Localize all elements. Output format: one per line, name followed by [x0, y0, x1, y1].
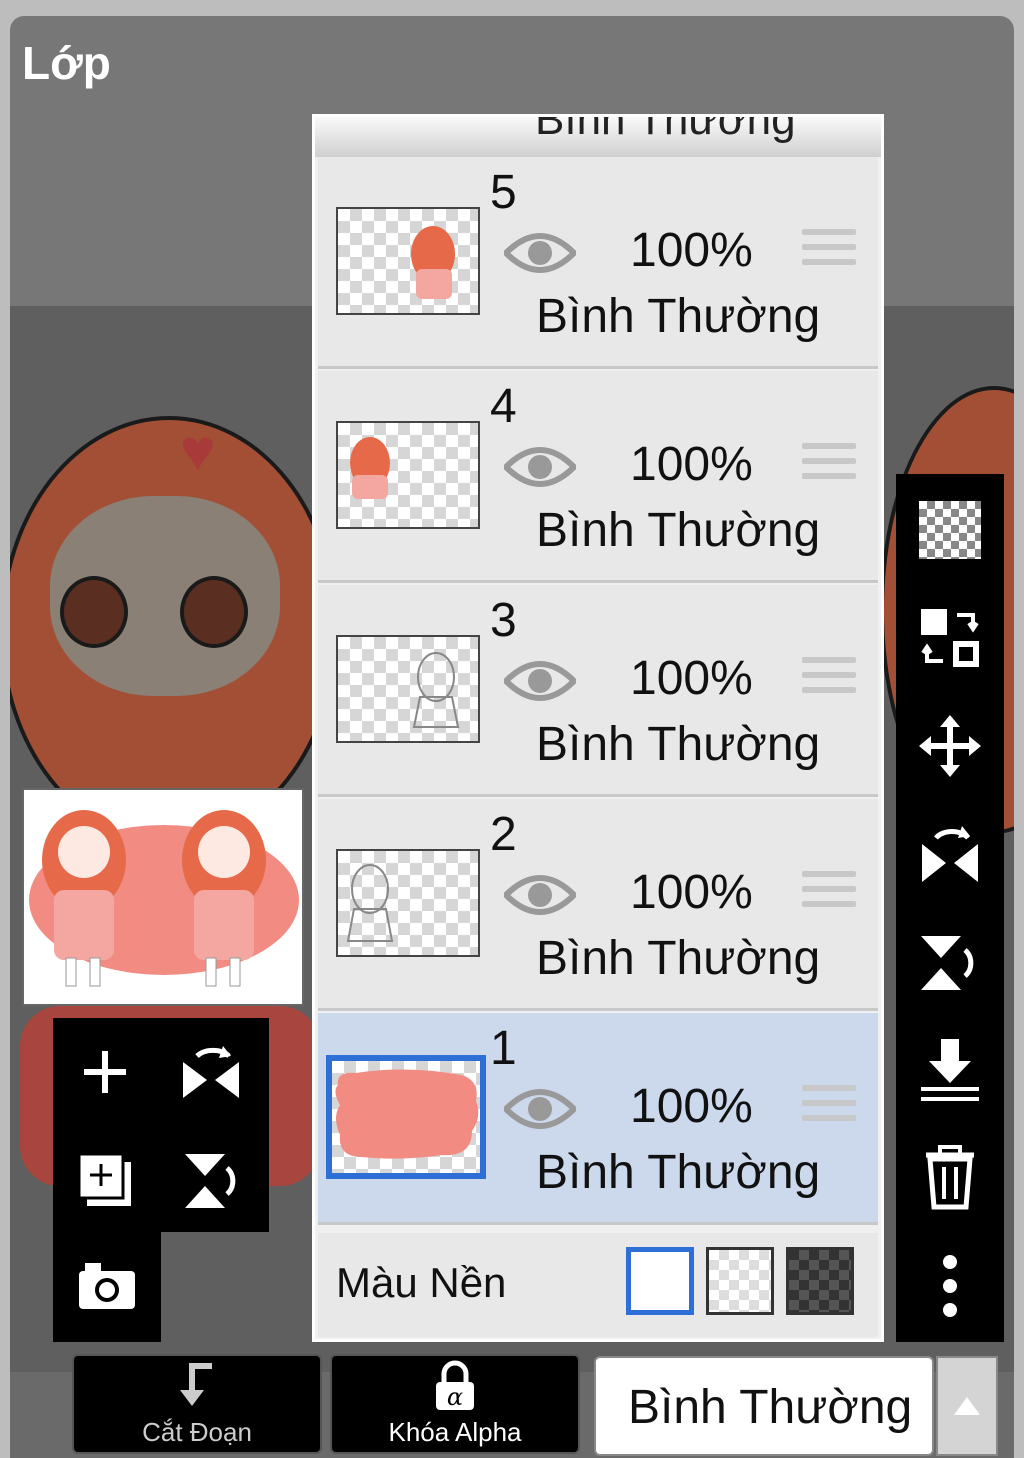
- drag-handle-icon[interactable]: [802, 1085, 856, 1133]
- bg-swatch-transparent[interactable]: [706, 1247, 774, 1315]
- svg-text:α: α: [447, 1383, 463, 1411]
- merge-down-icon[interactable]: [910, 1030, 990, 1110]
- canvas-preview[interactable]: [22, 788, 304, 1006]
- blend-mode-value: Bình Thường: [628, 1381, 913, 1434]
- partial-layer-blend: Bình Thường: [535, 117, 796, 144]
- right-toolbar: [896, 474, 1004, 1342]
- layer-thumbnail: [326, 1055, 486, 1179]
- more-icon[interactable]: [910, 1246, 990, 1326]
- visibility-eye-icon[interactable]: [504, 1085, 576, 1133]
- camera-icon[interactable]: [67, 1246, 147, 1326]
- bg-swatch-dark-checker[interactable]: [786, 1247, 854, 1315]
- layer-panel: Bình Thường 5 100% Bình Thường 4 100% Bì…: [312, 114, 884, 1342]
- layer-number: 5: [490, 166, 517, 219]
- layer-number: 3: [490, 594, 517, 647]
- visibility-eye-icon[interactable]: [504, 229, 576, 277]
- layer-thumbnail: [336, 849, 480, 957]
- layer-number: 4: [490, 380, 517, 433]
- flip-v-icon[interactable]: [171, 1140, 251, 1220]
- art-heart: ♥: [180, 417, 216, 484]
- page-title: Lớp: [22, 37, 111, 89]
- layer-row-2[interactable]: 2 100% Bình Thường: [318, 799, 878, 1011]
- layer-thumbnail: [336, 421, 480, 529]
- drag-handle-icon[interactable]: [802, 657, 856, 705]
- add-copy-layer-icon[interactable]: [65, 1140, 145, 1220]
- visibility-eye-icon[interactable]: [504, 871, 576, 919]
- layer-opacity: 100%: [630, 652, 753, 705]
- clip-label: Cắt Đoạn: [142, 1417, 252, 1447]
- layer-blend-mode: Bình Thường: [536, 504, 821, 557]
- drag-handle-icon[interactable]: [802, 229, 856, 277]
- background-color-row: Màu Nền: [318, 1233, 878, 1337]
- partial-layer-row[interactable]: Bình Thường: [315, 117, 881, 157]
- layer-row-3[interactable]: 3 100% Bình Thường: [318, 585, 878, 797]
- left-toolbox: [53, 1018, 269, 1232]
- alpha-lock-button[interactable]: α Khóa Alpha: [330, 1354, 580, 1454]
- layer-row-5[interactable]: 5 100% Bình Thường: [318, 157, 878, 369]
- layer-blend-mode: Bình Thường: [536, 932, 821, 985]
- flip-h-icon[interactable]: [171, 1032, 251, 1112]
- layer-row-4[interactable]: 4 100% Bình Thường: [318, 371, 878, 583]
- alpha-lock-label: Khóa Alpha: [388, 1417, 522, 1447]
- art-eye-right: [180, 576, 248, 648]
- drag-handle-icon[interactable]: [802, 443, 856, 491]
- clip-button[interactable]: Cắt Đoạn: [72, 1354, 322, 1454]
- trash-icon[interactable]: [910, 1138, 990, 1218]
- layer-blend-mode: Bình Thường: [536, 290, 821, 343]
- bg-swatch-white[interactable]: [626, 1247, 694, 1315]
- app-window: Lớp ♥ Bình Thường 5 100% Bình Thường 4 1…: [10, 16, 1014, 1458]
- art-eye-left: [60, 576, 128, 648]
- checker-icon[interactable]: [910, 490, 990, 570]
- clip-arrow-icon: [180, 1363, 212, 1406]
- layer-blend-mode: Bình Thường: [536, 1146, 821, 1199]
- visibility-eye-icon[interactable]: [504, 443, 576, 491]
- layer-blend-mode: Bình Thường: [536, 718, 821, 771]
- flip-vertical-icon[interactable]: [910, 922, 990, 1002]
- swap-layer-icon[interactable]: [910, 598, 990, 678]
- layer-thumbnail: [336, 635, 480, 743]
- blend-mode-select[interactable]: Bình Thường: [594, 1356, 934, 1456]
- move-icon[interactable]: [910, 706, 990, 786]
- blend-mode-arrow-icon[interactable]: [936, 1356, 998, 1456]
- layer-number: 2: [490, 808, 517, 861]
- lock-icon: α: [436, 1360, 474, 1411]
- layer-thumbnail: [336, 207, 480, 315]
- layer-opacity: 100%: [630, 1080, 753, 1133]
- background-label: Màu Nền: [336, 1259, 507, 1306]
- visibility-eye-icon[interactable]: [504, 657, 576, 705]
- layer-opacity: 100%: [630, 438, 753, 491]
- flip-horizontal-icon[interactable]: [910, 814, 990, 894]
- layer-row-1[interactable]: 1 100% Bình Thường: [318, 1013, 878, 1225]
- left-toolbox-camera: [53, 1232, 161, 1342]
- layer-opacity: 100%: [630, 224, 753, 277]
- add-layer-icon[interactable]: [65, 1032, 145, 1112]
- drag-handle-icon[interactable]: [802, 871, 856, 919]
- layer-opacity: 100%: [630, 866, 753, 919]
- layer-number: 1: [490, 1022, 517, 1075]
